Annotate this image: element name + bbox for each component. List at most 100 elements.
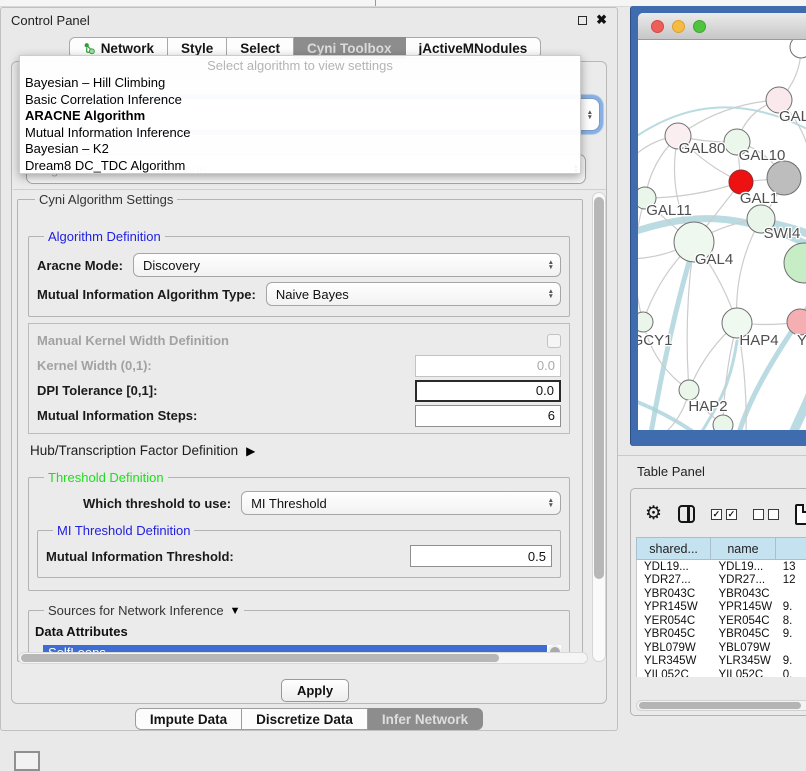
network-canvas[interactable]: GALGAL80GAL10GAL1GAL11SWI4GAL4GCY1HAP4YH… (638, 40, 806, 430)
kernel-width-label: Kernel Width (0,1): (37, 358, 152, 373)
close-icon[interactable]: ✖ (596, 15, 607, 25)
dropdown-item-bayesian-k2[interactable]: Bayesian – K2 (20, 141, 580, 158)
dropdown-item-basic-correlation-inference[interactable]: Basic Correlation Inference (20, 92, 580, 109)
table-row[interactable]: YBL079WYBL079W (637, 641, 806, 655)
hub-definition-label: Hub/Transcription Factor Definition (30, 443, 238, 458)
table-row[interactable]: YIL052CYIL052C0. (637, 668, 806, 677)
table-horizontal-scrollbar[interactable] (636, 700, 806, 711)
table-row[interactable]: YDL19...YDL19...13 (637, 560, 806, 574)
table-row[interactable]: YLR345WYLR345W9. (637, 655, 806, 669)
mi-steps-field[interactable]: 6 (415, 405, 561, 427)
network-edge[interactable] (645, 182, 741, 198)
show-columns-icon[interactable] (678, 505, 695, 523)
column-header-name[interactable]: name (711, 537, 776, 560)
which-threshold-select[interactable]: MI Threshold ▲▼ (241, 491, 561, 515)
table-cell: YIL052C (637, 668, 711, 677)
mi-threshold-group: MI Threshold Definition Mutual Informati… (37, 523, 561, 578)
table-cell: YBR043C (637, 587, 711, 601)
node-table: shared...name YDL19...YDL19...13YDR27...… (636, 537, 806, 677)
dropdown-item-aracne-algorithm[interactable]: ARACNE Algorithm (20, 108, 580, 125)
group-title: Algorithm Definition (44, 229, 165, 244)
network-edge-highlighted[interactable] (793, 393, 806, 430)
settings-horizontal-scrollbar[interactable] (18, 652, 588, 664)
dropdown-item-mutual-information-inference[interactable]: Mutual Information Inference (20, 125, 580, 142)
table-row[interactable]: YPR145WYPR145W9. (637, 601, 806, 615)
settings-scroll-area: Cyni Algorithm Settings Algorithm Defini… (15, 190, 591, 664)
dropdown-item-dream8-dc-tdc-algorithm[interactable]: Dream8 DC_TDC Algorithm (20, 158, 580, 175)
column-header-shared[interactable]: shared... (636, 537, 711, 560)
table-cell: YDR27... (711, 574, 775, 588)
mi-type-select[interactable]: Naive Bayes ▲▼ (266, 282, 561, 306)
mi-threshold-field[interactable]: 0.5 (410, 545, 552, 567)
aracne-mode-select[interactable]: Discovery ▲▼ (133, 253, 561, 277)
table-cell: 8. (776, 614, 806, 628)
table-cell: YBR045C (711, 628, 775, 642)
export-table-icon[interactable] (795, 504, 806, 525)
table-cell: YBR043C (711, 587, 775, 601)
hub-definition-expander[interactable]: Hub/Transcription Factor Definition ▶ (30, 443, 570, 458)
network-edge[interactable] (638, 198, 645, 322)
network-graph[interactable]: GALGAL80GAL10GAL1GAL11SWI4GAL4GCY1HAP4YH… (638, 40, 806, 430)
node-label-hap2: HAP2 (688, 398, 727, 415)
manual-kernel-checkbox[interactable] (547, 334, 561, 348)
table-body: YDL19...YDL19...13YDR27...YDR27...12YBR0… (636, 560, 806, 677)
network-edge[interactable] (737, 219, 761, 323)
algorithm-dropdown-popup: Select algorithm to view settings Bayesi… (19, 55, 581, 174)
node-label-gal4: GAL4 (695, 251, 733, 268)
tab-label: Select (240, 41, 280, 56)
table-row[interactable]: YBR043CYBR043C (637, 587, 806, 601)
minimize-traffic-light[interactable] (672, 20, 685, 33)
mi-threshold-value: 0.5 (528, 549, 546, 564)
network-edge-highlighted[interactable] (638, 398, 695, 430)
select-all-icon[interactable]: ✓✓ (711, 509, 737, 520)
tab-label: Network (101, 41, 154, 56)
collapse-down-icon[interactable]: ▼ (230, 605, 241, 617)
dpi-tolerance-field[interactable]: 0.0 (415, 380, 561, 402)
dpi-tolerance-label: DPI Tolerance [0,1]: (37, 383, 157, 398)
table-cell: 9. (776, 601, 806, 615)
table-row[interactable]: YDR27...YDR27...12 (637, 574, 806, 588)
node-label-gal11: GAL11 (646, 202, 692, 219)
docked-panel-icon[interactable] (14, 751, 40, 771)
tab-infer-network[interactable]: Infer Network (368, 708, 483, 730)
node-gcy1[interactable] (638, 312, 653, 332)
dropdown-placeholder: Select algorithm to view settings (20, 58, 580, 75)
expand-right-icon: ▶ (246, 444, 255, 458)
data-attributes-label: Data Attributes (35, 624, 561, 639)
node-bottom[interactable] (713, 415, 733, 430)
node-right-green[interactable] (784, 243, 806, 283)
table-cell: YBL079W (637, 641, 711, 655)
table-cell: YIL052C (711, 668, 775, 677)
threshold-definition-group: Threshold Definition Which threshold to … (28, 470, 570, 591)
table-cell: YDL19... (637, 560, 711, 574)
mi-steps-value: 6 (548, 408, 555, 423)
node-label-hap4: HAP4 (739, 332, 778, 349)
column-header-3[interactable] (776, 537, 806, 560)
node-partial-top[interactable] (790, 40, 806, 58)
mi-type-value: Naive Bayes (276, 287, 349, 302)
settings-vertical-scrollbar[interactable] (592, 192, 606, 662)
table-cell: YBL079W (711, 641, 775, 655)
tab-discretize-data[interactable]: Discretize Data (242, 708, 368, 730)
group-title: MI Threshold Definition (53, 523, 194, 538)
control-panel-window: Control Panel ✖ NetworkStyleSelectCyni T… (0, 7, 618, 731)
table-cell: YDR27... (637, 574, 711, 588)
table-row[interactable]: YER054CYER054C8. (637, 614, 806, 628)
apply-button[interactable]: Apply (281, 679, 349, 702)
network-edge[interactable] (678, 100, 779, 136)
network-window-titlebar[interactable] (638, 13, 806, 40)
node-hap2[interactable] (679, 380, 699, 400)
zoom-traffic-light[interactable] (693, 20, 706, 33)
algorithm-definition-group: Algorithm Definition Aracne Mode: Discov… (28, 229, 570, 317)
table-cell: YDL19... (711, 560, 775, 574)
control-panel-titlebar: Control Panel ✖ (1, 8, 617, 32)
float-window-icon[interactable] (578, 16, 587, 25)
close-traffic-light[interactable] (651, 20, 664, 33)
table-row[interactable]: YBR045CYBR045C9. (637, 628, 806, 642)
gear-icon[interactable]: ⚙ (645, 504, 662, 524)
kernel-width-field[interactable]: 0.0 (415, 355, 561, 377)
tab-impute-data[interactable]: Impute Data (135, 708, 242, 730)
table-panel: ⚙ ✓✓ shared...name YDL19...YDL19...13YDR… (630, 488, 806, 716)
dropdown-item-bayesian-hill-climbing[interactable]: Bayesian – Hill Climbing (20, 75, 580, 92)
deselect-all-icon[interactable] (753, 509, 779, 520)
